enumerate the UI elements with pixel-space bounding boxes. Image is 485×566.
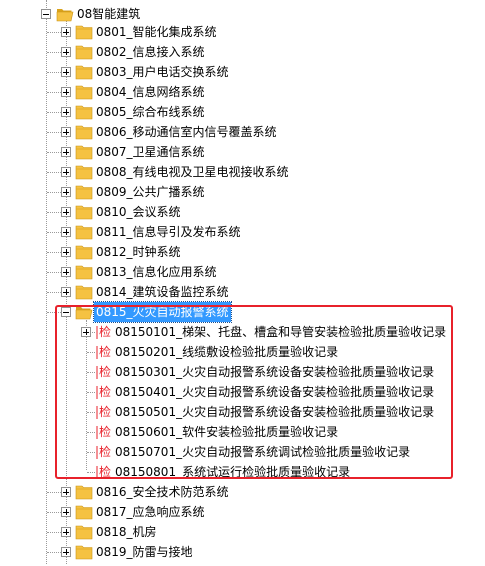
expand-toggle-icon[interactable] (61, 47, 71, 57)
folder-icon (75, 24, 93, 40)
expand-toggle-icon[interactable] (61, 187, 71, 197)
tree-item-0813[interactable]: 0813_信息化应用系统 (0, 262, 485, 282)
tree-item-0807[interactable]: 0807_卫星通信系统 (0, 142, 485, 162)
tree-item-label[interactable]: 0809_公共广播系统 (94, 182, 207, 202)
tree-line (47, 52, 61, 53)
tree-item-label[interactable]: 0805_综合布线系统 (94, 102, 207, 122)
tree-item-label[interactable]: 0801_智能化集成系统 (94, 22, 219, 42)
tree-line (47, 112, 61, 113)
collapse-toggle-icon[interactable] (41, 9, 51, 19)
expand-toggle-icon[interactable] (61, 507, 71, 517)
tree-line (47, 152, 61, 153)
tree-item-label[interactable]: 0811_信息导引及发布系统 (94, 222, 243, 242)
tree-line (47, 492, 61, 493)
tree-item-0805[interactable]: 0805_综合布线系统 (0, 102, 485, 122)
expand-toggle-icon[interactable] (61, 267, 71, 277)
tree-item-label[interactable]: 0808_有线电视及卫星电视接收系统 (94, 162, 291, 182)
tree-line (47, 132, 61, 133)
folder-icon (75, 504, 93, 520)
tree-line (47, 552, 61, 553)
tree-item-0818[interactable]: 0818_机房 (0, 522, 485, 542)
tree-item-label[interactable]: 0818_机房 (94, 522, 159, 542)
tree-item-0816[interactable]: 0816_安全技术防范系统 (0, 482, 485, 502)
tree-item-0809[interactable]: 0809_公共广播系统 (0, 182, 485, 202)
tree-item-0817[interactable]: 0817_应急响应系统 (0, 502, 485, 522)
expand-toggle-icon[interactable] (61, 127, 71, 137)
folder-icon (75, 544, 93, 560)
expand-toggle-icon[interactable] (61, 207, 71, 217)
tree-line (47, 292, 61, 293)
tree-line (47, 252, 61, 253)
tree-line (47, 72, 61, 73)
folder-icon (75, 204, 93, 220)
tree-item-label[interactable]: 0819_防雷与接地 (94, 542, 195, 562)
tree-line (47, 212, 61, 213)
tree-item-label[interactable]: 0804_信息网络系统 (94, 82, 207, 102)
tree-root-label[interactable]: 08智能建筑 (75, 4, 142, 24)
red-highlight-annotation (55, 305, 453, 479)
tree-line (47, 92, 61, 93)
expand-toggle-icon[interactable] (61, 547, 71, 557)
tree-item-0814[interactable]: 0814_建筑设备监控系统 (0, 282, 485, 302)
tree-view[interactable]: 08智能建筑 0801_智能化集成系统 0802_信息接入系统 0803_用户电话交… (0, 0, 485, 564)
expand-toggle-icon[interactable] (61, 287, 71, 297)
expand-toggle-icon[interactable] (61, 227, 71, 237)
tree-line (47, 32, 61, 33)
tree-item-0804[interactable]: 0804_信息网络系统 (0, 82, 485, 102)
tree-line (47, 172, 61, 173)
tree-item-label[interactable]: 0814_建筑设备监控系统 (94, 282, 231, 302)
tree-item-0812[interactable]: 0812_时钟系统 (0, 242, 485, 262)
tree-item-label[interactable]: 0807_卫星通信系统 (94, 142, 207, 162)
tree-line (47, 192, 61, 193)
expand-toggle-icon[interactable] (61, 107, 71, 117)
folder-icon (75, 164, 93, 180)
tree-item-0819[interactable]: 0819_防雷与接地 (0, 542, 485, 562)
tree-line (47, 512, 61, 513)
folder-icon (75, 224, 93, 240)
tree-item-0801[interactable]: 0801_智能化集成系统 (0, 22, 485, 42)
expand-toggle-icon[interactable] (61, 147, 71, 157)
expand-toggle-icon[interactable] (61, 27, 71, 37)
tree-item-0811[interactable]: 0811_信息导引及发布系统 (0, 222, 485, 242)
expand-toggle-icon[interactable] (61, 167, 71, 177)
expand-toggle-icon[interactable] (61, 527, 71, 537)
tree-item-0806[interactable]: 0806_移动通信室内信号覆盖系统 (0, 122, 485, 142)
tree-item-0808[interactable]: 0808_有线电视及卫星电视接收系统 (0, 162, 485, 182)
open-folder-icon (56, 6, 74, 22)
tree-line (47, 532, 61, 533)
tree-line (47, 232, 61, 233)
tree-line (47, 272, 61, 273)
expand-toggle-icon[interactable] (61, 247, 71, 257)
tree-item-label[interactable]: 0810_会议系统 (94, 202, 183, 222)
folder-icon (75, 104, 93, 120)
expand-toggle-icon[interactable] (61, 87, 71, 97)
tree-item-0803[interactable]: 0803_用户电话交换系统 (0, 62, 485, 82)
tree-item-label[interactable]: 0817_应急响应系统 (94, 502, 207, 522)
tree-item-0802[interactable]: 0802_信息接入系统 (0, 42, 485, 62)
folder-icon (75, 264, 93, 280)
expand-toggle-icon[interactable] (61, 67, 71, 77)
tree-item-label[interactable]: 0806_移动通信室内信号覆盖系统 (94, 122, 279, 142)
folder-icon (75, 244, 93, 260)
folder-icon (75, 484, 93, 500)
folder-icon (75, 284, 93, 300)
folder-icon (75, 84, 93, 100)
folder-icon (75, 144, 93, 160)
folder-icon (75, 64, 93, 80)
tree-item-label[interactable]: 0802_信息接入系统 (94, 42, 207, 62)
tree-item-label[interactable]: 0803_用户电话交换系统 (94, 62, 231, 82)
tree-item-label[interactable]: 0812_时钟系统 (94, 242, 183, 262)
tree-item-label[interactable]: 0813_信息化应用系统 (94, 262, 219, 282)
folder-icon (75, 524, 93, 540)
tree-item-label[interactable]: 0816_安全技术防范系统 (94, 482, 231, 502)
folder-icon (75, 124, 93, 140)
folder-icon (75, 184, 93, 200)
expand-toggle-icon[interactable] (61, 487, 71, 497)
tree-root-row[interactable]: 08智能建筑 (0, 4, 485, 24)
tree-item-0810[interactable]: 0810_会议系统 (0, 202, 485, 222)
folder-icon (75, 44, 93, 60)
